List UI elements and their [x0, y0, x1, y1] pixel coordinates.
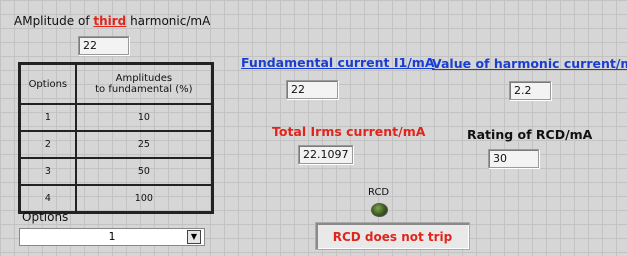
table-header-options: Options [18, 62, 77, 105]
table-row: 1 10 [18, 103, 214, 132]
rcd-indicator-label: RCD [368, 187, 390, 198]
options-table: Options Amplitudes to fundamental (%) 1 … [18, 62, 214, 214]
table-cell-option: 2 [18, 130, 77, 159]
table-header-amplitudes: Amplitudes to fundamental (%) [74, 62, 214, 105]
table-cell-amplitude: 50 [74, 157, 214, 186]
harmonic-current-display: 2.2 [509, 81, 551, 100]
amplitude-input[interactable]: 22 [78, 36, 129, 55]
amplitude-label: AMplitude of third harmonic/mA [14, 14, 210, 28]
table-cell-amplitude: 100 [74, 184, 214, 214]
harmonic-current-label: Value of harmonic current/mA [432, 56, 627, 71]
rcd-rating-input[interactable]: 30 [488, 149, 539, 168]
dropdown-arrow-icon[interactable]: ▼ [187, 230, 201, 244]
table-cell-option: 1 [18, 103, 77, 132]
rcd-status-display: RCD does not trip [315, 222, 470, 250]
table-cell-option: 3 [18, 157, 77, 186]
amplitude-label-suffix: harmonic/mA [126, 14, 211, 28]
table-cell-option: 4 [18, 184, 77, 214]
rcd-rating-label: Rating of RCD/mA [467, 127, 593, 142]
total-irms-label: Total Irms current/mA [272, 124, 426, 139]
amplitude-label-highlight: third [93, 14, 127, 28]
options-label: Options [22, 210, 69, 224]
rcd-led-indicator [371, 203, 388, 217]
table-row: 3 50 [18, 157, 214, 186]
table-header-row: Options Amplitudes to fundamental (%) [18, 62, 214, 105]
fundamental-current-label: Fundamental current I1/mA [241, 55, 435, 70]
options-select[interactable]: 1 [19, 228, 205, 246]
table-row: 2 25 [18, 130, 214, 159]
fundamental-current-input[interactable]: 22 [286, 80, 338, 99]
table-cell-amplitude: 10 [74, 103, 214, 132]
total-irms-display: 22.1097 [298, 145, 353, 164]
table-cell-amplitude: 25 [74, 130, 214, 159]
amplitude-label-prefix: AMplitude of [14, 14, 94, 28]
table-row: 4 100 [18, 184, 214, 214]
